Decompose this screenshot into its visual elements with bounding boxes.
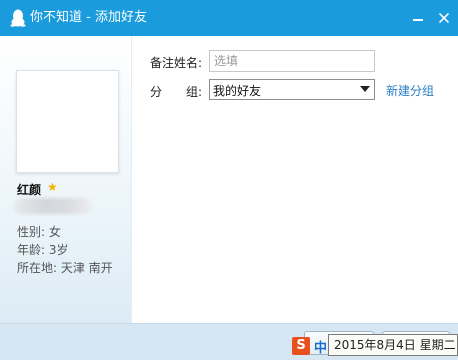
contact-nickname: 红颜 (17, 183, 42, 197)
blurred-qq-number (14, 198, 92, 214)
star-icon: ★ (47, 180, 58, 194)
chevron-down-icon (360, 86, 370, 92)
minimize-button[interactable] (406, 6, 430, 30)
close-icon (439, 13, 449, 23)
group-label-first-char: 分 (150, 85, 163, 99)
contact-gender: 性别: 女 (17, 225, 61, 239)
qq-penguin-icon (10, 9, 26, 27)
minimize-icon (413, 19, 423, 21)
sogou-ime-icon[interactable]: S (292, 337, 310, 355)
group-selected-value: 我的好友 (213, 84, 262, 98)
contact-age: 年龄: 3岁 (17, 243, 69, 257)
title-bar: 你不知道 - 添加好友 (0, 0, 458, 36)
avatar[interactable] (16, 70, 119, 173)
new-group-link[interactable]: 新建分组 (386, 82, 434, 99)
ime-mode-indicator[interactable]: 中 (314, 337, 327, 356)
remark-label: 备注姓名: (150, 56, 203, 70)
contact-location: 所在地: 天津 南开 (17, 261, 113, 275)
group-label-second-part: 组: (186, 85, 203, 99)
close-button[interactable] (432, 6, 456, 30)
contact-profile-panel: 红颜 ★ 性别: 女 年龄: 3岁 所在地: 天津 南开 (0, 36, 132, 323)
remark-name-input[interactable] (209, 50, 375, 72)
window-title: 你不知道 - 添加好友 (30, 10, 147, 25)
group-dropdown[interactable]: 我的好友 (209, 79, 375, 100)
date-tooltip: 2015年8月4日 星期二 (328, 334, 458, 356)
